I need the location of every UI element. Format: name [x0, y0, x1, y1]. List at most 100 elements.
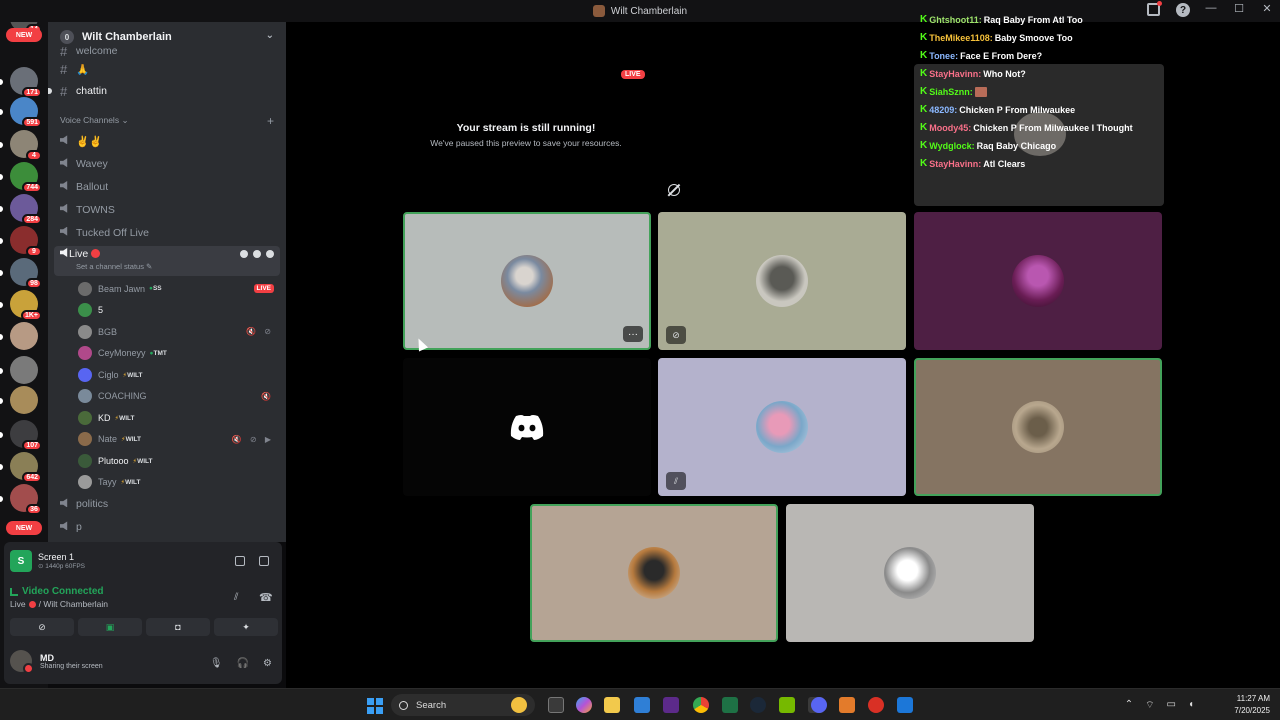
- app-icon[interactable]: [868, 697, 884, 713]
- video-tile[interactable]: ···: [403, 212, 651, 350]
- video-tile[interactable]: ⫽: [658, 358, 906, 496]
- server-icon[interactable]: 591: [10, 97, 42, 128]
- inbox-icon[interactable]: [1147, 1, 1162, 16]
- video-tile[interactable]: ⊘: [658, 212, 906, 350]
- add-channel-icon[interactable]: +: [267, 115, 274, 127]
- voice-channel[interactable]: politics: [48, 493, 286, 516]
- server-icon[interactable]: 4: [10, 130, 42, 161]
- network-icon[interactable]: ⌔: [1145, 699, 1154, 712]
- server-icon[interactable]: [10, 356, 38, 384]
- channel-welcome[interactable]: # welcome: [48, 44, 286, 59]
- headphones-icon[interactable]: 🎧: [237, 658, 249, 669]
- new-servers-pill[interactable]: NEW: [6, 28, 42, 42]
- stream-settings-icon[interactable]: [259, 556, 269, 566]
- server-icon[interactable]: 9: [10, 226, 42, 257]
- voice-member[interactable]: KD ⚡WILT: [48, 407, 286, 429]
- voice-category-header[interactable]: Voice Channels ⌄ +: [48, 108, 286, 130]
- server-icon[interactable]: 744: [10, 162, 42, 193]
- server-icon[interactable]: 284: [10, 194, 42, 225]
- noise-suppression-icon[interactable]: ⫽: [234, 592, 238, 603]
- chat-icon[interactable]: [240, 249, 248, 258]
- chevron-up-icon[interactable]: ⌃: [1125, 699, 1133, 712]
- voice-member[interactable]: BGB 🔇 ⊘: [48, 321, 286, 343]
- unread-pip: [0, 496, 3, 502]
- channel-pray[interactable]: # 🙏: [48, 58, 286, 80]
- text-channel-list: # welcome # 🙏 # chattin: [48, 44, 286, 102]
- connection-location[interactable]: Live / Wilt Chamberlain: [10, 599, 108, 609]
- camera-off-icon: ⊘: [38, 621, 46, 632]
- server-icon[interactable]: 107: [10, 420, 42, 451]
- voice-member[interactable]: CeyMoneyy ●TMT: [48, 342, 286, 364]
- microphone-icon[interactable]: 🎙: [210, 658, 223, 669]
- file-explorer-icon[interactable]: [604, 697, 620, 713]
- voice-channel[interactable]: TOWNS: [48, 198, 286, 221]
- server-icon[interactable]: 642: [10, 452, 42, 483]
- volume-icon[interactable]: ◖: [1188, 699, 1194, 712]
- stop-stream-icon[interactable]: [235, 556, 245, 566]
- voice-member[interactable]: 5: [48, 299, 286, 321]
- server-icon[interactable]: 1K+: [10, 290, 42, 321]
- video-tile[interactable]: [914, 212, 1162, 350]
- voice-channel[interactable]: Wavey: [48, 153, 286, 176]
- voice-member[interactable]: COACHING 🔇: [48, 385, 286, 407]
- minimize-icon[interactable]: —: [1204, 2, 1218, 15]
- app-icon[interactable]: [663, 697, 679, 713]
- voice-member[interactable]: Beam Jawn ●SS LIVE: [48, 278, 286, 300]
- invite-icon[interactable]: [253, 249, 261, 258]
- activity-button[interactable]: ◘: [146, 618, 210, 636]
- display-icon[interactable]: ▭: [1167, 699, 1176, 712]
- gear-icon[interactable]: [266, 249, 274, 258]
- windows-start-icon[interactable]: [367, 698, 383, 714]
- channel-status[interactable]: Set a channel status ✎: [60, 262, 280, 271]
- camera-button[interactable]: ⊘: [10, 618, 74, 636]
- task-view-icon[interactable]: [548, 697, 564, 713]
- soundboard-button[interactable]: ✦: [214, 618, 278, 636]
- connection-status[interactable]: Video Connected: [10, 586, 108, 597]
- voice-channel[interactable]: Tucked Off Live: [48, 221, 286, 244]
- video-tile[interactable]: [530, 504, 778, 642]
- user-area[interactable]: MD Sharing their screen: [10, 650, 103, 674]
- taskbar-search[interactable]: Search: [391, 694, 535, 716]
- clock[interactable]: 11:27 AM 7/20/2025: [1234, 693, 1270, 717]
- nvidia-icon[interactable]: [779, 697, 795, 713]
- server-icon[interactable]: [10, 386, 38, 414]
- server-badge: 591: [22, 117, 42, 128]
- video-tile[interactable]: [914, 358, 1162, 496]
- discord-taskbar-icon[interactable]: [811, 697, 827, 713]
- voice-member[interactable]: Plutooo ⚡WILT: [48, 450, 286, 472]
- screen-share-button[interactable]: ▣: [78, 618, 142, 636]
- voice-member[interactable]: Nate ⚡WILT 🔇 ⊘ ▶: [48, 428, 286, 450]
- server-icon[interactable]: 171: [10, 67, 42, 98]
- help-icon[interactable]: ?: [1176, 3, 1190, 17]
- channel-live[interactable]: Live Set a channel status ✎: [54, 245, 280, 276]
- chrome-icon[interactable]: [693, 697, 709, 713]
- server-icon[interactable]: 36: [10, 484, 42, 515]
- discord-logo-icon: [510, 415, 544, 440]
- system-tray: ⌃ ⌔ ▭ ◖: [1125, 699, 1194, 712]
- video-tile[interactable]: [786, 504, 1034, 642]
- store-icon[interactable]: [634, 697, 650, 713]
- disconnect-icon[interactable]: ☎: [259, 591, 273, 604]
- server-icon[interactable]: 98: [10, 258, 42, 289]
- video-tile[interactable]: [403, 358, 651, 496]
- voice-member[interactable]: Ciglo ⚡WILT: [48, 364, 286, 386]
- copilot-icon[interactable]: [576, 697, 592, 713]
- voice-channel[interactable]: p: [48, 516, 286, 539]
- excel-icon[interactable]: [722, 697, 738, 713]
- voice-channel[interactable]: Ballout: [48, 176, 286, 199]
- gear-icon[interactable]: ⚙: [263, 658, 272, 669]
- channel-chattin[interactable]: # chattin: [48, 80, 286, 102]
- more-options-button[interactable]: ···: [623, 326, 643, 342]
- preview-hidden-icon[interactable]: [668, 184, 680, 196]
- voice-channel[interactable]: ✌️✌️: [48, 130, 286, 153]
- avatar: [78, 410, 92, 425]
- app-icon[interactable]: [897, 697, 913, 713]
- maximize-icon[interactable]: ☐: [1232, 2, 1246, 15]
- app-icon[interactable]: [839, 697, 855, 713]
- steam-icon[interactable]: [750, 697, 766, 713]
- server-icon[interactable]: [10, 322, 38, 350]
- unread-pip: [0, 206, 3, 212]
- new-servers-pill-bottom[interactable]: NEW: [6, 521, 42, 535]
- voice-member[interactable]: Tayy ⚡WILT: [48, 471, 286, 493]
- close-icon[interactable]: ✕: [1260, 2, 1274, 15]
